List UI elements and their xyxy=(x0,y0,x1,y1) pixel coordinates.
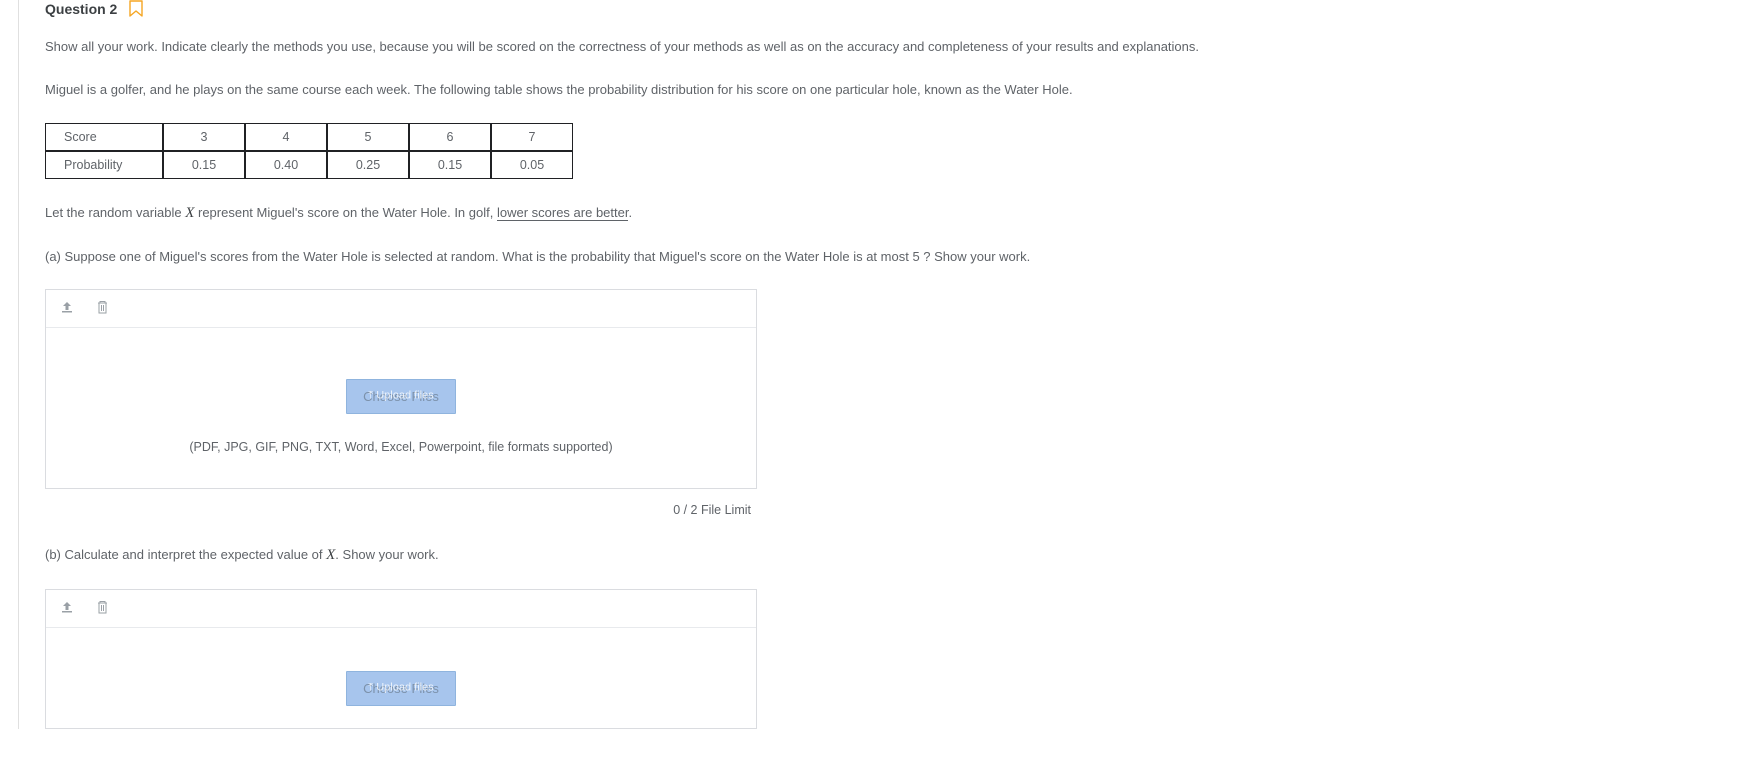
part-b-text: (b) Calculate and interpret the expected… xyxy=(45,543,1738,567)
table-cell: Probability xyxy=(45,151,163,179)
underlined-text: lower scores are better xyxy=(497,205,629,221)
instructions-text: Show all your work. Indicate clearly the… xyxy=(45,37,1738,58)
trash-icon[interactable] xyxy=(96,300,109,317)
table-cell: 3 xyxy=(163,123,245,151)
bookmark-icon[interactable] xyxy=(129,0,143,17)
supported-formats-text: (PDF, JPG, GIF, PNG, TXT, Word, Excel, P… xyxy=(189,440,612,454)
file-limit-text: 0 / 2 File Limit xyxy=(45,499,757,525)
variable-x: X xyxy=(326,547,335,563)
table-cell: 4 xyxy=(245,123,327,151)
variable-definition: Let the random variable X represent Migu… xyxy=(45,201,1738,225)
text-fragment: . Show your work. xyxy=(335,547,438,562)
text-fragment: (b) Calculate and interpret the expected… xyxy=(45,547,326,562)
table-cell: 0.25 xyxy=(327,151,409,179)
upload-icon[interactable] xyxy=(60,600,74,617)
text-fragment: Let the random variable xyxy=(45,205,185,220)
table-cell: Score xyxy=(45,123,163,151)
table-row: Score 3 4 5 6 7 xyxy=(45,123,573,151)
upload-dropzone[interactable]: Choose Files ⤒ Upload files (PDF, JPG, G… xyxy=(46,328,756,488)
table-row: Probability 0.15 0.40 0.25 0.15 0.05 xyxy=(45,151,573,179)
context-text: Miguel is a golfer, and he plays on the … xyxy=(45,80,1738,101)
text-fragment: . xyxy=(628,205,632,220)
table-cell: 5 xyxy=(327,123,409,151)
upload-icon[interactable] xyxy=(60,300,74,317)
probability-table: Score 3 4 5 6 7 Probability 0.15 0.40 0.… xyxy=(45,123,573,179)
upload-toolbar xyxy=(46,290,756,328)
table-cell: 0.05 xyxy=(491,151,573,179)
choose-files-button[interactable]: Choose Files ⤒ Upload files xyxy=(346,671,456,706)
choose-files-button[interactable]: Choose Files ⤒ Upload files xyxy=(346,379,456,414)
table-cell: 7 xyxy=(491,123,573,151)
question-header: Question 2 xyxy=(45,0,1738,17)
button-label: Choose Files xyxy=(363,681,439,696)
table-cell: 0.40 xyxy=(245,151,327,179)
upload-card-a: Choose Files ⤒ Upload files (PDF, JPG, G… xyxy=(45,289,757,489)
variable-x: X xyxy=(185,205,194,221)
table-cell: 0.15 xyxy=(409,151,491,179)
button-label: Choose Files xyxy=(363,389,439,404)
table-cell: 6 xyxy=(409,123,491,151)
part-a-text: (a) Suppose one of Miguel's scores from … xyxy=(45,247,1738,268)
upload-toolbar xyxy=(46,590,756,628)
upload-dropzone[interactable]: Choose Files ⤒ Upload files xyxy=(46,628,756,728)
trash-icon[interactable] xyxy=(96,600,109,617)
upload-card-b: Choose Files ⤒ Upload files xyxy=(45,589,757,729)
question-title: Question 2 xyxy=(45,1,117,17)
table-cell: 0.15 xyxy=(163,151,245,179)
text-fragment: represent Miguel's score on the Water Ho… xyxy=(194,205,497,220)
